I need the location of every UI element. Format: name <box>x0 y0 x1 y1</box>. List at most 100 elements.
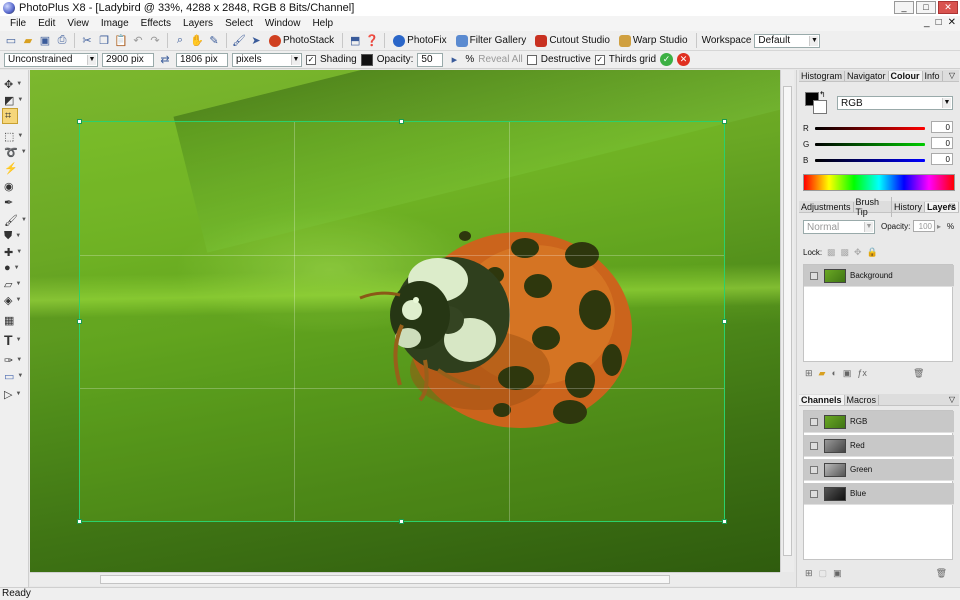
fx-icon[interactable]: ƒx <box>857 368 867 379</box>
visibility-icon[interactable] <box>810 465 818 474</box>
menu-effects[interactable]: Effects <box>135 18 177 29</box>
colour-mode-select[interactable]: RGB ▼ <box>837 96 953 110</box>
filter-gallery-button[interactable]: Filter Gallery <box>453 34 530 47</box>
photofix-button[interactable]: PhotoFix <box>390 34 449 47</box>
visibility-icon[interactable] <box>810 441 818 450</box>
visibility-icon[interactable] <box>810 271 818 280</box>
layer-mask-icon[interactable]: ▣ <box>843 368 852 379</box>
magic-wand-icon[interactable]: ⚡ <box>2 160 26 176</box>
crop-handle-top[interactable] <box>399 119 404 124</box>
cutout-studio-button[interactable]: Cutout Studio <box>532 34 613 47</box>
blue-slider[interactable] <box>815 159 925 162</box>
crop-rectangle[interactable] <box>77 119 727 524</box>
swap-dimensions-icon[interactable]: ⇄ <box>158 53 172 67</box>
tab-colour[interactable]: Colour <box>888 70 923 81</box>
opacity-stepper-icon[interactable]: ▸ <box>447 53 461 67</box>
commit-crop-icon[interactable]: ✓ <box>660 53 674 66</box>
visibility-icon[interactable] <box>810 489 818 498</box>
scrollbar-thumb[interactable] <box>783 86 792 556</box>
blend-mode-select[interactable]: Normal ▼ <box>803 220 875 234</box>
red-value[interactable]: 0 <box>931 121 953 133</box>
crop-handle-top-left[interactable] <box>77 119 82 124</box>
channel-row[interactable]: Blue <box>804 483 954 505</box>
delete-layer-icon[interactable]: 🗑 <box>913 368 924 379</box>
units-select[interactable]: pixels ▼ <box>232 52 302 67</box>
channel-row[interactable]: RGB <box>804 411 954 433</box>
smudge-icon[interactable]: ● ▼ <box>2 260 26 276</box>
lasso-icon[interactable]: ➰ ▼ <box>2 144 27 160</box>
shading-color-swatch[interactable] <box>360 53 373 66</box>
help-icon[interactable]: ❓ <box>365 34 379 48</box>
menu-view[interactable]: View <box>61 18 95 29</box>
redo-icon[interactable]: ↷ <box>148 34 162 48</box>
reveal-all-button[interactable]: Reveal All <box>478 54 522 65</box>
mesh-warp-icon[interactable]: ▦ <box>2 312 26 328</box>
crop-handle-bottom-right[interactable] <box>722 519 727 524</box>
new-layer-icon[interactable]: ⊞ <box>805 368 813 379</box>
crop-handle-bottom-left[interactable] <box>77 519 82 524</box>
save-icon[interactable]: ▣ <box>38 34 52 48</box>
menu-select[interactable]: Select <box>219 18 259 29</box>
horizontal-scrollbar[interactable] <box>30 572 780 586</box>
destructive-checkbox[interactable] <box>526 54 537 65</box>
tab-brush-tip[interactable]: Brush Tip <box>854 196 892 217</box>
load-selection-icon[interactable]: ▢ <box>819 568 828 579</box>
zoom-icon[interactable]: ⌕ <box>173 34 187 48</box>
undo-icon[interactable]: ↶ <box>131 34 145 48</box>
maximize-button[interactable]: □ <box>916 1 936 14</box>
green-slider[interactable] <box>815 143 925 146</box>
pen-tool-icon[interactable]: ✑ ▼ <box>2 352 26 368</box>
menu-file[interactable]: File <box>4 18 32 29</box>
panel-menu-icon[interactable]: ▽ <box>947 202 957 211</box>
brush-icon[interactable]: 🖌 <box>232 34 246 48</box>
doc-restore-button[interactable]: □ <box>936 17 942 28</box>
rectangle-selection-icon[interactable]: ⬚ ▼ <box>2 128 26 144</box>
crop-handle-bottom[interactable] <box>399 519 404 524</box>
menu-layers[interactable]: Layers <box>177 18 219 29</box>
cut-icon[interactable]: ✂ <box>80 34 94 48</box>
delete-channel-icon[interactable]: 🗑 <box>936 568 947 579</box>
layer-opacity-stepper-icon[interactable]: ▸ <box>937 222 941 231</box>
cancel-crop-icon[interactable]: ✕ <box>677 53 691 66</box>
red-slider[interactable] <box>815 127 925 130</box>
healing-icon[interactable]: ✚ ▼ <box>2 244 26 260</box>
tab-navigator[interactable]: Navigator <box>845 70 889 81</box>
close-button[interactable]: ✕ <box>938 1 958 14</box>
document-canvas[interactable] <box>30 70 780 572</box>
crop-height-field[interactable]: 1806 pix <box>176 52 228 67</box>
open-folder-icon[interactable]: ▰ <box>21 34 35 48</box>
new-file-icon[interactable]: ▭ <box>4 34 18 48</box>
scrollbar-thumb[interactable] <box>100 575 670 584</box>
save-selection-icon[interactable]: ▣ <box>833 568 842 579</box>
crop-tool-icon[interactable]: ⌗ <box>2 108 18 124</box>
shading-checkbox[interactable]: ✓ <box>306 54 316 65</box>
print-icon[interactable]: ⎙ <box>55 34 69 48</box>
tab-macros[interactable]: Macros <box>845 394 880 405</box>
crop-handle-top-right[interactable] <box>722 119 727 124</box>
doc-close-button[interactable]: ✕ <box>948 17 956 28</box>
vertical-scrollbar[interactable] <box>780 70 794 572</box>
tab-adjustments[interactable]: Adjustments <box>799 201 854 212</box>
export-icon[interactable]: ⬒ <box>348 34 362 48</box>
copy-icon[interactable]: ❐ <box>97 34 111 48</box>
thirds-grid-checkbox[interactable]: ✓ <box>594 54 605 65</box>
shape-tool-icon[interactable]: ▭ ▼ <box>2 368 26 384</box>
paste-icon[interactable]: 📋 <box>114 34 128 48</box>
new-channel-icon[interactable]: ⊞ <box>805 568 813 579</box>
tab-histogram[interactable]: Histogram <box>799 70 846 81</box>
deform-tool-icon[interactable]: ◩ ▼ <box>2 92 26 108</box>
colour-spectrum[interactable] <box>803 174 955 191</box>
blue-value[interactable]: 0 <box>931 153 953 165</box>
hand-icon[interactable]: ✋ <box>190 34 204 48</box>
menu-edit[interactable]: Edit <box>32 18 61 29</box>
lock-icons[interactable]: ▩▩✥🔒 <box>827 247 883 258</box>
photostack-button[interactable]: PhotoStack <box>266 34 337 47</box>
red-eye-icon[interactable]: ◉ <box>2 178 26 194</box>
crop-mode-select[interactable]: Unconstrained ▼ <box>4 52 98 67</box>
panel-menu-icon[interactable]: ▽ <box>947 71 957 80</box>
minimize-button[interactable]: _ <box>894 1 914 14</box>
fill-bucket-icon[interactable]: ◈ ▼ <box>2 292 26 308</box>
background-color-swatch[interactable] <box>813 100 827 114</box>
tab-history[interactable]: History <box>892 201 925 212</box>
workspace-select[interactable]: Default ▼ <box>754 33 821 48</box>
